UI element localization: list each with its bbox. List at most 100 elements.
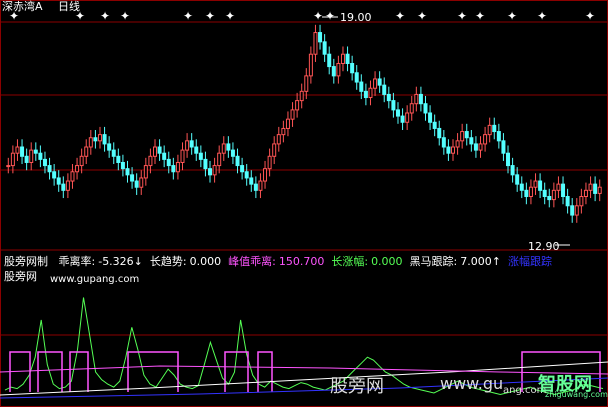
candle-body [542,189,547,198]
candle-body [253,183,258,191]
candle-body [382,84,387,95]
candle-body [519,183,524,191]
star-marker: ✦ [120,9,130,23]
candle-body [533,180,538,188]
star-marker: ✦ [507,9,517,23]
candle-body [583,189,588,198]
candle-body [285,118,290,129]
indicator-value: -5.326↓ [98,255,143,268]
candle-body [52,171,57,179]
star-marker: ✦ [225,9,235,23]
indicator-name: 股旁网制 [4,255,48,268]
candle-body [409,103,414,114]
candle-body [263,168,268,182]
candle-body [437,127,442,139]
candle-body [65,180,70,191]
indicator-item: 黑马跟踪: [409,255,458,268]
candle-body [336,62,341,77]
star-marker: ✦ [395,9,405,23]
watermark-text: 股旁网 [330,376,384,397]
low-price-label: 12.90 [528,240,560,253]
candle-body [258,180,263,191]
candle-body [180,149,185,163]
candle-body [194,146,199,154]
candle-body [588,183,593,191]
candle-body [308,53,313,77]
candle-body [203,158,208,170]
star-marker: ✦ [475,9,485,23]
candle-body [510,165,515,176]
star-marker: ✦ [457,9,467,23]
candle-body [464,131,469,139]
candle-body [386,93,391,102]
candle-body [318,32,323,43]
candle-body [418,93,423,105]
candle-body [460,131,465,142]
candle-body [327,53,332,68]
candle-body [428,112,433,123]
candle-body [15,146,20,154]
candle-body [116,155,121,163]
candle-body [597,186,602,194]
candle-body [249,177,254,185]
candle-body [143,165,148,179]
candle-body [515,174,520,185]
candle-body [75,165,80,173]
candle-body [345,53,350,64]
indicator-item: 长涨幅: [331,255,369,268]
indicator-item: 乖离率: [58,255,96,268]
candle-body [175,161,180,173]
indicator-bar: 股旁网制 乖离率: -5.326↓ 长趋势: 0.000 峰值乖离: 150.700 长涨幅… [4,255,552,268]
candle-body [42,158,47,167]
candle-body [198,152,203,160]
candle-body [267,155,272,170]
watermark-url: www.gu [440,374,504,393]
candle-body [579,196,584,207]
candle-body [524,189,529,198]
candle-body [33,149,38,154]
candle-body [139,177,144,188]
candle-body [354,72,359,83]
candle-body [492,124,497,133]
watermark-logo-url: zhiguwang.com [545,390,608,399]
high-price-label: 19.00 [340,11,372,24]
market-name: 深赤湾A [2,0,43,13]
candle-body [469,137,474,145]
candle-body [451,146,455,154]
candle-body [556,183,561,191]
candle-body [10,152,15,167]
star-marker: ✦ [100,9,110,23]
candle-body [272,143,277,157]
indicator-value: 0.000 [189,255,222,268]
candle-body [322,41,327,55]
candle-body [29,149,34,163]
candle-body [561,183,566,198]
candle-body [593,183,598,194]
candle-body [79,155,84,167]
candle-body [134,180,139,188]
star-marker: ✦ [205,9,215,23]
candle-body [290,109,295,120]
candle-body [574,205,579,216]
candle-body [368,87,373,99]
indicator-item: 涨幅跟踪 [508,255,552,268]
candle-body [235,155,240,167]
candle-body [395,109,400,117]
candle-body [501,140,506,154]
star-marker: ✦ [417,9,427,23]
candle-body [217,152,222,167]
candle-body [331,66,336,77]
candle-body [157,146,162,154]
candle-body [565,196,570,207]
chart-canvas: ✦ ✦ ✦ ✦ ✦ ✦ ✦ ✦ ✦ ✦ ✦ ✦ ✦ ✦ ✦ ✦ [0,0,608,407]
candle-body [221,143,226,154]
candle-body [281,127,286,136]
candle-body [496,131,501,142]
indicator-value: 150.700 [278,255,325,268]
candle-body [446,146,451,154]
candle-body [230,149,235,157]
candle-body [185,140,190,151]
candle-body [340,53,345,64]
stock-chart-window: ✦ ✦ ✦ ✦ ✦ ✦ ✦ ✦ ✦ ✦ ✦ ✦ ✦ ✦ ✦ ✦ 深赤湾A 日线 19.00 12.90 股旁网… [0,0,608,407]
star-marker: ✦ [585,9,595,23]
